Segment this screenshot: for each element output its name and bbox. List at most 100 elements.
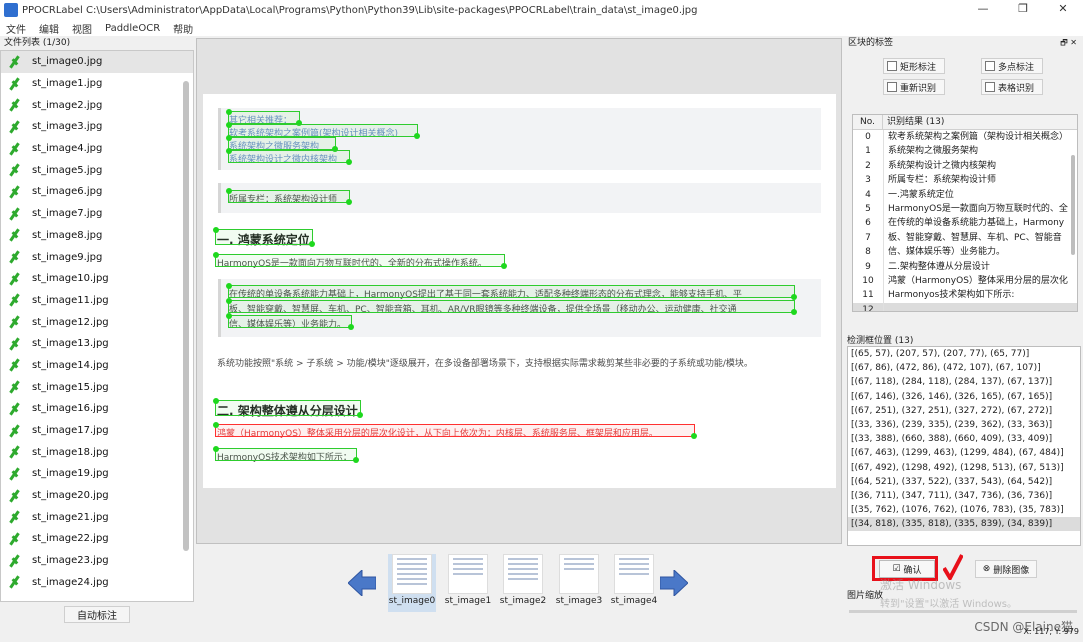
box-position-row[interactable]: [(67, 251), (327, 251), (327, 272), (67,…	[848, 404, 1080, 418]
file-list-item[interactable]: st_image12.jpg	[1, 311, 193, 333]
detection-box[interactable]	[213, 252, 507, 269]
file-list-item[interactable]: st_image23.jpg	[1, 550, 193, 572]
file-list-item[interactable]: st_image8.jpg	[1, 225, 193, 247]
file-list-item[interactable]: st_image22.jpg	[1, 528, 193, 550]
row-text[interactable]	[883, 302, 1077, 311]
table-recognize-button[interactable]: 表格识别	[981, 79, 1043, 95]
box-position-row[interactable]: [(67, 86), (472, 86), (472, 107), (67, 1…	[848, 361, 1080, 375]
recognition-row[interactable]: 12	[853, 302, 1077, 311]
image-canvas[interactable]: 其它相关推荐： 软考系统架构之案例篇(架构设计相关概念) 系统架构之微服务架构 …	[196, 38, 842, 544]
box-position-row[interactable]: [(33, 388), (660, 388), (660, 409), (33,…	[848, 432, 1080, 446]
recognition-table[interactable]: No. 识别结果 (13) 0 软考系统架构之案例篇（架构设计相关概念） 1 系统架构…	[852, 114, 1078, 312]
restore-button[interactable]: ❐	[1003, 0, 1043, 20]
detection-box[interactable]	[226, 283, 797, 300]
auto-label-button[interactable]: 自动标注	[64, 606, 130, 623]
detection-box[interactable]	[213, 446, 359, 463]
file-list-item[interactable]: st_image13.jpg	[1, 333, 193, 355]
file-list-item[interactable]: st_image9.jpg	[1, 246, 193, 268]
file-list-item[interactable]: st_image10.jpg	[1, 268, 193, 290]
row-text[interactable]: Harmonyos技术架构如下所示:	[883, 288, 1077, 303]
delete-image-button[interactable]: ⊗ 删除图像	[975, 560, 1037, 578]
row-text[interactable]: 一.鸿蒙系统定位	[883, 187, 1077, 202]
thumbnail[interactable]: st_image2	[499, 554, 547, 612]
file-list-item[interactable]: st_image6.jpg	[1, 181, 193, 203]
row-text[interactable]: 系统架构设计之微内核架构	[883, 158, 1077, 174]
row-text[interactable]: 二.架构整体遵从分层设计	[883, 259, 1077, 274]
file-list-scrollbar[interactable]	[183, 81, 189, 551]
detection-box[interactable]	[226, 122, 420, 139]
dock-buttons[interactable]: 🗗 ✕	[1060, 36, 1077, 50]
recognition-row[interactable]: 4 一.鸿蒙系统定位	[853, 187, 1077, 202]
file-list-item[interactable]: st_image18.jpg	[1, 441, 193, 463]
file-list-item[interactable]: st_image17.jpg	[1, 420, 193, 442]
detection-box[interactable]	[226, 135, 338, 152]
file-list-item[interactable]: st_image3.jpg	[1, 116, 193, 138]
recognition-row[interactable]: 2 系统架构设计之微内核架构	[853, 158, 1077, 174]
rect-label-button[interactable]: 矩形标注	[883, 58, 945, 74]
re-recognize-button[interactable]: 重新识别	[883, 79, 945, 95]
box-position-row[interactable]: [(67, 492), (1298, 492), (1298, 513), (6…	[848, 461, 1080, 475]
recognition-row[interactable]: 3 所属专栏：系统架构设计师	[853, 173, 1077, 188]
file-list-item[interactable]: st_image2.jpg	[1, 94, 193, 116]
recognition-row[interactable]: 0 软考系统架构之案例篇（架构设计相关概念）	[853, 130, 1077, 145]
row-text[interactable]: 鸿蒙（HarmonyOS）整体采用分层的层次化	[883, 273, 1077, 289]
row-text[interactable]: 系统架构之微服务架构	[883, 144, 1077, 159]
file-list-item[interactable]: st_image15.jpg	[1, 376, 193, 398]
box-position-row[interactable]: [(64, 521), (337, 522), (337, 543), (64,…	[848, 475, 1080, 489]
minimize-button[interactable]: —	[963, 0, 1003, 20]
file-list-item[interactable]: st_image24.jpg	[1, 572, 193, 594]
row-text[interactable]: 在传统的单设备系统能力基础上，Harmony	[883, 216, 1077, 231]
poly-label-button[interactable]: 多点标注	[981, 58, 1043, 74]
box-position-row[interactable]: [(33, 336), (239, 335), (239, 362), (33,…	[848, 418, 1080, 432]
file-list-item[interactable]: st_image0.jpg	[1, 51, 193, 73]
box-position-row[interactable]: [(34, 818), (335, 818), (335, 839), (34,…	[848, 517, 1080, 532]
thumbnail[interactable]: st_image0	[388, 554, 436, 612]
box-position-row[interactable]: [(67, 463), (1299, 463), (1299, 484), (6…	[848, 446, 1080, 460]
row-text[interactable]: 软考系统架构之案例篇（架构设计相关概念）	[883, 130, 1077, 145]
recognition-row[interactable]: 8 信、媒体娱乐等）业务能力。	[853, 245, 1077, 260]
recognition-row[interactable]: 11 Harmonyos技术架构如下所示:	[853, 288, 1077, 303]
file-list-item[interactable]: st_image1.jpg	[1, 73, 193, 95]
file-list-item[interactable]: st_image21.jpg	[1, 506, 193, 528]
detection-box[interactable]	[226, 188, 352, 205]
detection-box-selected[interactable]	[213, 422, 697, 439]
close-button[interactable]: ✕	[1043, 0, 1083, 20]
recognition-scrollbar[interactable]	[1071, 155, 1075, 255]
prev-image-arrow-icon[interactable]	[347, 568, 377, 598]
recognition-row[interactable]: 1 系统架构之微服务架构	[853, 144, 1077, 159]
thumbnail[interactable]: st_image1	[444, 554, 492, 612]
file-list-item[interactable]: st_image19.jpg	[1, 463, 193, 485]
detection-box[interactable]	[226, 298, 797, 315]
file-list-item[interactable]: st_image16.jpg	[1, 398, 193, 420]
next-image-arrow-icon[interactable]	[659, 568, 689, 598]
box-position-row[interactable]: [(35, 762), (1076, 762), (1076, 783), (3…	[848, 503, 1080, 517]
row-text[interactable]: 信、媒体娱乐等）业务能力。	[883, 245, 1077, 260]
box-position-row[interactable]: [(36, 711), (347, 711), (347, 736), (36,…	[848, 489, 1080, 503]
recognition-row[interactable]: 5 HarmonyOS是一款面向万物互联时代的、全	[853, 201, 1077, 217]
menu-paddleocr[interactable]: PaddleOCR	[105, 23, 160, 34]
box-position-list[interactable]: [(65, 57), (207, 57), (207, 77), (65, 77…	[847, 346, 1081, 546]
thumbnail[interactable]: st_image4	[610, 554, 658, 612]
box-position-row[interactable]: [(65, 57), (207, 57), (207, 77), (65, 77…	[848, 347, 1080, 361]
box-position-row[interactable]: [(67, 146), (326, 146), (326, 165), (67,…	[848, 390, 1080, 404]
row-text[interactable]: 板、智能穿戴、智慧屏、车机、PC、智能音	[883, 230, 1077, 246]
file-list-item[interactable]: st_image20.jpg	[1, 485, 193, 507]
row-text[interactable]: HarmonyOS是一款面向万物互联时代的、全	[883, 201, 1077, 217]
file-list-item[interactable]: st_image11.jpg	[1, 290, 193, 312]
file-list-item[interactable]: st_image4.jpg	[1, 138, 193, 160]
file-list[interactable]: st_image0.jpg st_image1.jpg st_image2.jpg s…	[0, 50, 194, 602]
menu-help[interactable]: 帮助	[173, 21, 193, 36]
menu-edit[interactable]: 编辑	[39, 21, 59, 36]
recognition-row[interactable]: 6 在传统的单设备系统能力基础上，Harmony	[853, 216, 1077, 231]
file-list-item[interactable]: st_image14.jpg	[1, 355, 193, 377]
menu-file[interactable]: 文件	[6, 21, 26, 36]
file-list-item[interactable]: st_image7.jpg	[1, 203, 193, 225]
detection-box[interactable]	[226, 109, 302, 126]
box-position-row[interactable]: [(67, 118), (284, 118), (284, 137), (67,…	[848, 375, 1080, 389]
row-text[interactable]: 所属专栏：系统架构设计师	[883, 173, 1077, 188]
recognition-row[interactable]: 10 鸿蒙（HarmonyOS）整体采用分层的层次化	[853, 273, 1077, 289]
detection-box[interactable]	[213, 398, 363, 418]
recognition-row[interactable]: 7 板、智能穿戴、智慧屏、车机、PC、智能音	[853, 230, 1077, 246]
menu-view[interactable]: 视图	[72, 21, 92, 36]
detection-box[interactable]	[226, 148, 352, 165]
